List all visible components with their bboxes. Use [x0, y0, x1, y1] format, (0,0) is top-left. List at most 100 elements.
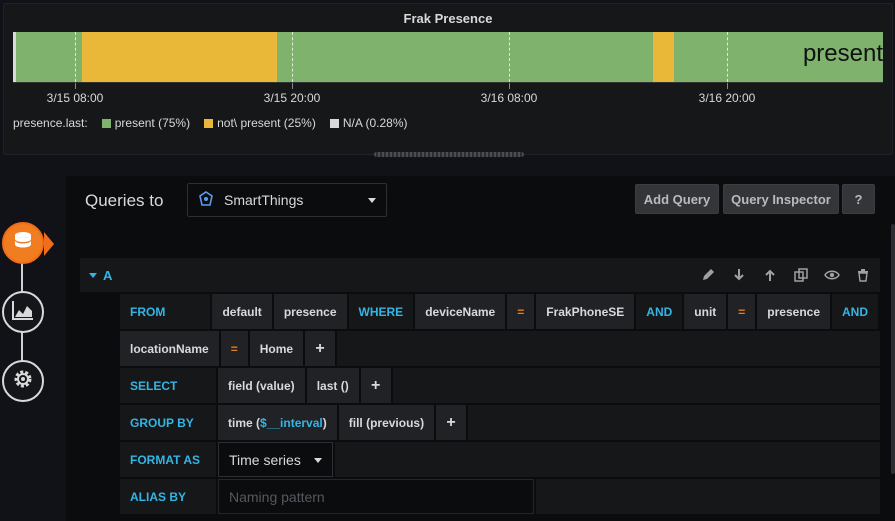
x-tick: [292, 83, 293, 89]
edit-icon[interactable]: [699, 267, 717, 283]
timeline-gridline: [292, 32, 293, 82]
alias-by-keyword: ALIAS BY: [120, 479, 216, 514]
add-condition-button[interactable]: +: [305, 331, 336, 366]
format-as-select[interactable]: Time series: [218, 442, 333, 477]
query-row-format-as: FORMAT AS Time series: [120, 442, 880, 477]
retention-policy-segment[interactable]: default: [212, 294, 272, 329]
query-header[interactable]: A: [80, 258, 880, 292]
and-keyword[interactable]: AND: [832, 294, 878, 329]
format-as-value: Time series: [229, 451, 301, 468]
sidebar-item-general[interactable]: [2, 360, 44, 402]
query-row-select: SELECT field (value) last () +: [120, 368, 880, 403]
queries-to-label: Queries to: [85, 191, 164, 210]
query-ref-id[interactable]: A: [103, 268, 112, 283]
scrollbar[interactable]: [891, 224, 895, 474]
query-actions: [699, 267, 872, 283]
hover-value-label: present: [802, 40, 883, 67]
time-prefix: time (: [228, 415, 261, 430]
active-indicator: [44, 232, 54, 256]
add-query-button[interactable]: Add Query: [635, 184, 719, 214]
legend-swatch: [329, 118, 339, 128]
trash-icon[interactable]: [854, 267, 872, 283]
time-suffix: ): [322, 415, 327, 430]
group-by-keyword: GROUP BY: [120, 405, 216, 440]
x-tick-label: 3/16 08:00: [480, 91, 538, 105]
gear-icon: [11, 367, 35, 396]
row-filler: [392, 368, 880, 403]
measurement-segment[interactable]: presence: [273, 294, 347, 329]
legend-series-label: presence.last:: [13, 116, 88, 130]
timeline-gridline: [509, 32, 510, 82]
chevron-down-icon: [314, 458, 322, 463]
query-inspector-button[interactable]: Query Inspector: [723, 184, 839, 214]
chart-area-icon: [11, 299, 35, 326]
tag-key-segment[interactable]: deviceName: [415, 294, 506, 329]
where-keyword: WHERE: [348, 294, 414, 329]
tag-value-segment[interactable]: Home: [249, 331, 304, 366]
field-segment[interactable]: field (value): [218, 368, 305, 403]
add-group-by-button[interactable]: +: [436, 405, 467, 440]
duplicate-icon[interactable]: [792, 267, 810, 283]
x-tick-label: 3/15 20:00: [263, 91, 321, 105]
x-tick: [75, 83, 76, 89]
operator-segment[interactable]: =: [220, 331, 248, 366]
legend-item-label: present (75%): [114, 116, 191, 130]
aggregation-segment[interactable]: last (): [306, 368, 359, 403]
query-row-group-by: GROUP BY time ($__interval) fill (previo…: [120, 405, 880, 440]
arrow-up-icon[interactable]: [761, 267, 779, 283]
chevron-down-icon: [368, 198, 376, 203]
x-tick: [509, 83, 510, 89]
panel-title[interactable]: Frak Presence: [4, 11, 892, 26]
sidebar-item-queries[interactable]: [2, 222, 44, 264]
query-row-from: FROM default presence WHERE deviceName =…: [120, 294, 880, 329]
fill-segment[interactable]: fill (previous): [338, 405, 435, 440]
smartthings-icon: [198, 190, 214, 210]
timeline-segment-present: [277, 32, 653, 82]
arrow-down-icon[interactable]: [730, 267, 748, 283]
format-as-keyword: FORMAT AS: [120, 442, 216, 477]
legend-item-label: N/A (0.28%): [342, 116, 408, 130]
timeline-segment-not-present: [82, 32, 277, 82]
panel-resize-handle[interactable]: [374, 152, 524, 157]
row-filler: [468, 405, 880, 440]
eye-icon[interactable]: [823, 267, 841, 283]
time-interval-variable: $__interval: [260, 415, 323, 430]
datasource-name: SmartThings: [224, 192, 304, 208]
tag-value-segment[interactable]: presence: [757, 294, 830, 329]
x-axis: [13, 82, 883, 89]
timeline-segment-present: [16, 32, 82, 82]
legend-item-present[interactable]: present (75%): [101, 116, 191, 130]
row-filler: [335, 442, 880, 477]
database-icon: [12, 230, 34, 257]
row-filler: [536, 479, 880, 514]
timeline-gridline: [727, 32, 728, 82]
x-tick-label: 3/15 08:00: [46, 91, 104, 105]
tag-key-segment[interactable]: locationName: [120, 331, 219, 366]
query-row-from-cont: locationName = Home +: [120, 331, 880, 366]
timeline-segment-not-present: [653, 32, 674, 82]
time-group-segment[interactable]: time ($__interval): [218, 405, 337, 440]
legend-item-label: not\ present (25%): [217, 116, 316, 130]
graph-panel: Frak Presence present 3/15 08:00 3/15 20…: [3, 3, 893, 157]
legend-item-na[interactable]: N/A (0.28%): [329, 116, 408, 130]
x-tick-label: 3/16 20:00: [698, 91, 756, 105]
help-button[interactable]: ?: [842, 184, 875, 214]
alias-by-input[interactable]: Naming pattern: [218, 479, 534, 514]
discrete-timeline: present: [13, 32, 883, 82]
row-filler: [337, 331, 880, 366]
legend-swatch: [204, 118, 214, 128]
tag-value-segment[interactable]: FrakPhoneSE: [536, 294, 635, 329]
datasource-picker[interactable]: SmartThings: [187, 183, 387, 217]
sidebar-item-visualization[interactable]: [2, 291, 44, 333]
add-select-button[interactable]: +: [360, 368, 391, 403]
and-keyword[interactable]: AND: [636, 294, 683, 329]
tag-key-segment[interactable]: unit: [684, 294, 727, 329]
operator-segment[interactable]: =: [728, 294, 756, 329]
collapse-caret-icon[interactable]: [89, 272, 97, 278]
query-row-alias-by: ALIAS BY Naming pattern: [120, 479, 880, 514]
legend-item-not-present[interactable]: not\ present (25%): [204, 116, 316, 130]
legend: presence.last: present (75%) not\ presen…: [13, 116, 408, 130]
query-editor: Queries to SmartThings Add Query Query I…: [66, 176, 895, 521]
select-keyword: SELECT: [120, 368, 216, 403]
operator-segment[interactable]: =: [507, 294, 535, 329]
